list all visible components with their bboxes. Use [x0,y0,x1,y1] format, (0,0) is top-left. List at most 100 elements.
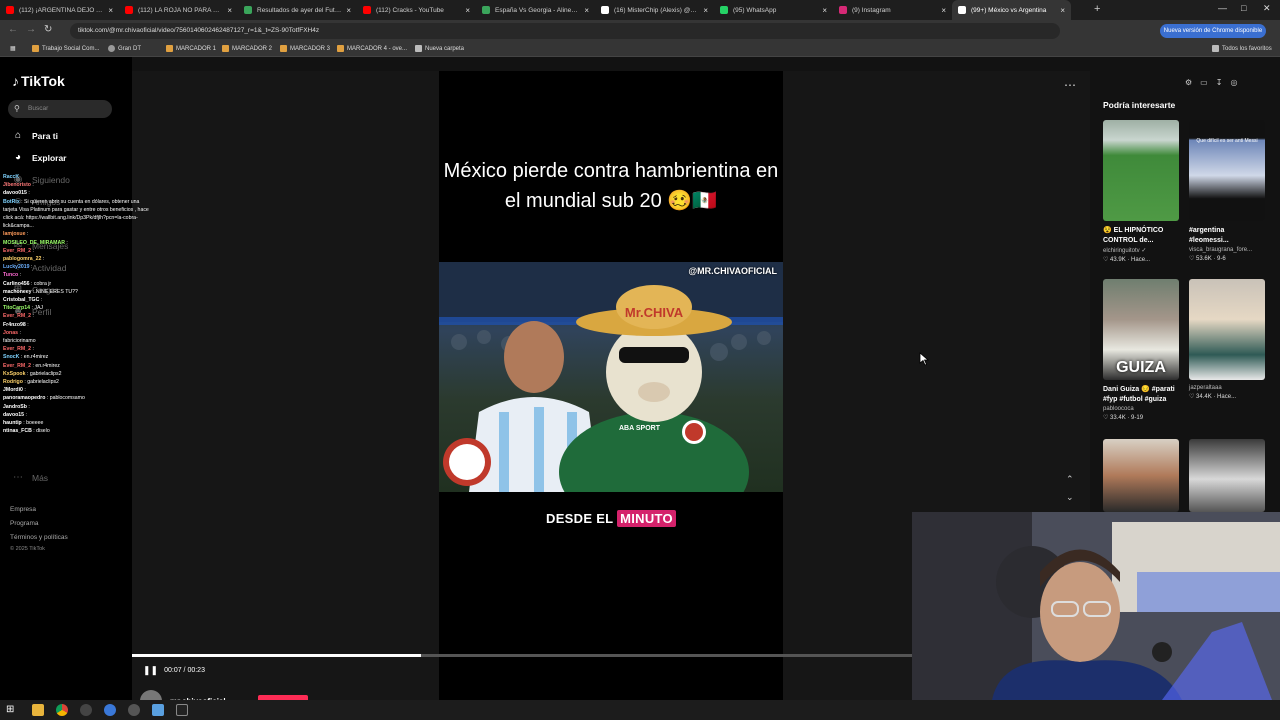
tab-close-icon[interactable]: × [108,6,113,15]
chat-username: ntinas_FCB [3,428,32,435]
rec-video[interactable] [1103,439,1179,512]
more-options-icon[interactable]: ⋯ [1064,78,1076,92]
close-window-icon[interactable]: ✕ [1263,3,1271,14]
tiktok-logo[interactable]: ♪ TikTok [12,73,65,89]
file-explorer-icon[interactable] [32,704,44,716]
chrome-icon[interactable] [56,704,68,716]
tab-close-icon[interactable]: × [822,6,827,15]
app-icon[interactable] [104,704,116,716]
rec-video[interactable]: GUIZA Dani Guiza 😔 #parati #fyp #futbol … [1103,279,1179,421]
all-favorites[interactable]: Todos los favoritos [1212,45,1272,52]
chat-username: panoramaopedro [3,395,46,402]
browser-tab[interactable]: (112) Cracks - YouTube × [357,0,476,20]
rec-video[interactable]: jazperaltaaa ♡ 34.4K · Hace... [1189,279,1265,400]
tab-title: (16) MisterChip (Alexis) @2010 [614,6,700,14]
app-icon[interactable] [80,704,92,716]
chat-message: davoo15 : [3,412,27,419]
bookmark-item[interactable]: MARCADOR 1 [166,45,216,52]
chat-message: Rodrigo : gabrielaclips2 [3,379,59,386]
chat-text: : [66,239,68,246]
tab-close-icon[interactable]: × [1060,6,1065,15]
maximize-icon[interactable]: □ [1241,3,1246,13]
tab-title: (112) Cracks - YouTube [376,6,444,14]
footer-terminos[interactable]: Términos y políticas [10,534,68,541]
chat-message: fabriciorinamo [3,338,36,345]
app-icon[interactable] [152,704,164,716]
footer-programa[interactable]: Programa [10,520,39,527]
apps-icon[interactable]: ▦ [10,45,16,52]
browser-tab[interactable]: (16) MisterChip (Alexis) @2010 × [595,0,714,20]
browser-tab[interactable]: España Vs Georgia - Alineacion × [476,0,595,20]
globe-icon[interactable]: ◎ [1230,78,1237,87]
video-time: 00:07 / 00:23 [164,667,205,674]
search-input[interactable]: ⚲ Buscar [8,100,112,118]
rec-video[interactable] [1189,439,1265,512]
bookmark-item[interactable]: Gran DT [108,45,141,52]
browser-tab[interactable]: (112) ¡ARGENTINA DEJÓ AFUE × [0,0,119,20]
browser-tab[interactable]: (112) LA ROJA NO PARA DE GA × [119,0,238,20]
video-player[interactable]: México pierde contra hambrientina en el … [439,71,783,700]
minimize-icon[interactable]: — [1218,3,1227,13]
download-icon[interactable]: ↧ [1216,78,1223,87]
next-video-icon[interactable]: ⌄ [1066,492,1074,503]
video-caption: México pierde contra hambrientina en el … [443,160,779,212]
tab-close-icon[interactable]: × [227,6,232,15]
video-progress-bar[interactable] [132,654,912,657]
chat-username: JandroSb [3,403,27,410]
pause-icon[interactable]: ❚❚ [143,665,158,676]
tab-favicon-icon [720,6,728,14]
bookmark-icon [108,45,115,52]
new-tab-button[interactable]: + [1094,3,1100,15]
subtitle-highlight: MINUTO [617,510,676,527]
chat-text: : [32,346,34,353]
chat-message: Fr4nzo98 : [3,322,29,329]
chat-username: Ever_RM_2 [3,313,31,320]
bookmark-item[interactable]: Trabajo Social Com... [32,45,99,52]
bookmark-folder[interactable]: Nueva carpeta [415,45,464,52]
windows-taskbar: ⊞ [0,700,1280,720]
back-icon[interactable]: ← [8,24,18,35]
tab-close-icon[interactable]: × [584,6,589,15]
tab-close-icon[interactable]: × [465,6,470,15]
nav-explorar[interactable]: ◕ Explorar [12,152,67,163]
footer-empresa[interactable]: Empresa [10,506,36,513]
bookmark-item[interactable]: MARCADOR 2 [222,45,272,52]
chat-text: : pablocomsamo [46,395,85,402]
browser-tab[interactable]: (99+) México vs Argentina × [952,0,1071,20]
chat-message: RaccK [3,174,19,181]
chat-text: : [32,182,34,189]
tiktok-app-icon[interactable] [176,704,188,716]
windows-start-icon[interactable]: ⊞ [6,704,18,716]
tab-close-icon[interactable]: × [346,6,351,15]
forward-icon[interactable]: → [26,24,36,35]
tab-close-icon[interactable]: × [941,6,946,15]
chat-message: machoneey : NINE ERES TU?? [3,289,78,296]
chrome-update-button[interactable]: Nueva versión de Chrome disponible [1160,24,1266,38]
video-frame: Mr.CHIVA ABA SPORT @MR.CHIVAOFICIAL [439,262,783,492]
chat-username: Tunco [3,272,19,279]
tab-close-icon[interactable]: × [703,6,708,15]
device-icon[interactable]: ▭ [1200,78,1208,87]
browser-tab[interactable]: (95) WhatsApp × [714,0,833,20]
previous-video-icon[interactable]: ⌃ [1066,474,1074,485]
rec-video[interactable]: Que difícil es ser anti Messi #argentina… [1189,120,1265,262]
settings-icon[interactable]: ⚙ [1185,78,1192,87]
chat-message: TitoCarp14 : JAJ [3,305,43,312]
chat-text: : [27,321,29,328]
browser-tab[interactable]: Resultados de ayer del Futbol A × [238,0,357,20]
tab-title: España Vs Georgia - Alineacion [495,6,581,14]
bookmark-item[interactable]: MARCADOR 3 [280,45,330,52]
tab-favicon-icon [363,6,371,14]
chat-username: Jonas [3,329,18,336]
obs-icon[interactable] [128,704,140,716]
rec-video[interactable]: 😵 EL HIPNÓTICO CONTROL de... elchiringui… [1103,120,1179,263]
nav-para-ti[interactable]: ⌂ Para ti [12,130,58,141]
url-input[interactable]: tiktok.com/@mr.chivaoficial/video/756014… [70,23,1060,39]
chat-username: davoo15 [3,411,25,418]
bookmark-item[interactable]: MARCADOR 4 - ove... [337,45,407,52]
browser-tab[interactable]: (9) Instagram × [833,0,952,20]
chat-text: : [19,272,22,279]
chat-text: tarjeta Visa Platinum para gastar y entr… [3,206,149,213]
chat-username: davoo015 [3,190,27,197]
reload-icon[interactable]: ↻ [44,24,52,35]
